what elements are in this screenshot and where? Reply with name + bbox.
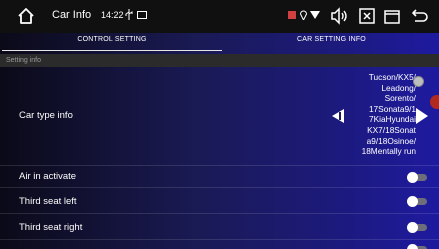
third-seat-right-toggle[interactable] xyxy=(407,222,427,233)
toggle-knob xyxy=(407,222,418,233)
wifi-icon xyxy=(310,11,320,19)
third-seat-right-label: Third seat right xyxy=(19,222,83,233)
recent-apps-icon[interactable] xyxy=(382,6,402,26)
active-tab-indicator xyxy=(2,50,222,51)
location-icon xyxy=(300,10,307,20)
toggle-knob xyxy=(407,196,418,207)
home-icon[interactable] xyxy=(16,6,36,26)
volume-icon[interactable] xyxy=(329,6,349,26)
toggle-knob xyxy=(407,244,418,249)
air-in-activate-toggle[interactable] xyxy=(407,172,427,183)
third-seat-left-row[interactable]: Third seat left xyxy=(0,188,439,214)
tab-car-setting-info[interactable]: CAR SETTING INFO xyxy=(224,33,439,54)
status-bar: Car Info 14:22 xyxy=(0,0,439,33)
third-seat-left-toggle[interactable] xyxy=(407,196,427,207)
third-seat-left-label: Third seat left xyxy=(19,196,77,207)
car-info-screen: Car Info 14:22 CONTROL SETTING CAR SETTI… xyxy=(0,0,439,249)
previous-arrow-icon[interactable] xyxy=(332,109,344,123)
cast-icon xyxy=(137,11,147,19)
status-time: 14:22 xyxy=(101,10,124,20)
toggle-knob xyxy=(407,172,418,183)
close-box-icon[interactable] xyxy=(357,6,377,26)
car-type-value: Tucson/KX5/ Leadong/ Sorento/ 17Sonata9/… xyxy=(361,72,416,157)
back-icon[interactable] xyxy=(410,6,430,26)
air-in-activate-label: Air in activate xyxy=(19,171,77,182)
tab-bar: CONTROL SETTING CAR SETTING INFO xyxy=(0,33,439,54)
car-type-label: Car type info xyxy=(19,110,73,121)
sim-icon xyxy=(288,11,296,19)
selector-dot[interactable] xyxy=(413,76,424,87)
third-seat-right-row[interactable]: Third seat right xyxy=(0,214,439,240)
usb-icon xyxy=(125,9,133,20)
floating-indicator xyxy=(430,95,439,109)
next-arrow-icon[interactable] xyxy=(416,108,428,124)
app-title: Car Info xyxy=(52,9,92,21)
air-in-activate-row[interactable]: Air in activate xyxy=(0,166,439,188)
section-header: Setting info xyxy=(0,54,439,67)
